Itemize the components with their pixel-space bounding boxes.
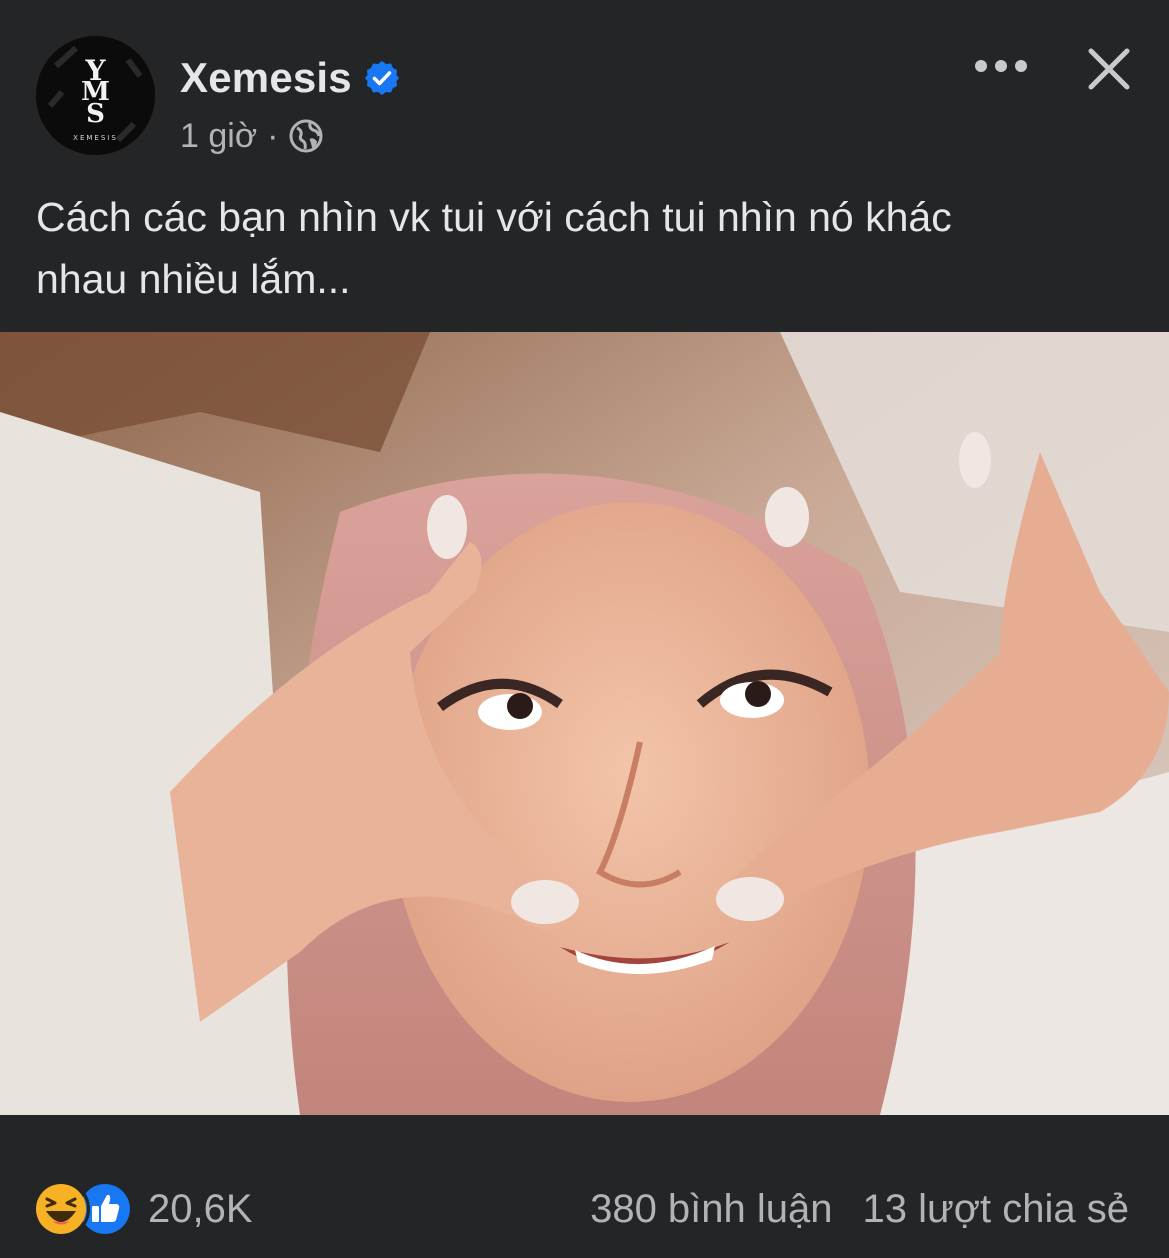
author-name[interactable]: Xemesis: [180, 54, 352, 102]
post-caption: Cách các bạn nhìn vk tui với cách tui nh…: [36, 186, 1126, 310]
close-icon: [1088, 48, 1130, 90]
more-dots-icon: [975, 60, 1027, 72]
author-avatar[interactable]: Y M S XEMESIS: [36, 36, 155, 155]
post-footer: 20,6K 380 bình luận 13 lượt chia sẻ: [0, 1115, 1169, 1258]
post-card: Y M S XEMESIS Xemesis 1 giờ · Cách các b…: [0, 0, 1169, 1258]
haha-reaction-icon: [32, 1180, 90, 1238]
meta-separator: ·: [267, 116, 279, 155]
reaction-count[interactable]: 20,6K: [148, 1187, 253, 1232]
post-meta: 1 giờ ·: [180, 114, 324, 158]
post-photo[interactable]: [0, 332, 1169, 1115]
post-header: Y M S XEMESIS Xemesis 1 giờ ·: [0, 0, 1169, 170]
close-button[interactable]: [1080, 40, 1138, 98]
svg-text:S: S: [86, 99, 105, 129]
caption-line: nhau nhiều lắm...: [36, 256, 351, 302]
globe-icon[interactable]: [288, 118, 324, 154]
post-stats: 380 bình luận 13 lượt chia sẻ: [590, 1179, 1129, 1239]
verified-badge-icon: [364, 60, 400, 96]
photo-image: [0, 332, 1169, 1115]
author-name-row: Xemesis: [180, 50, 400, 106]
reactions-summary[interactable]: 20,6K: [32, 1179, 253, 1239]
post-time[interactable]: 1 giờ: [180, 117, 257, 156]
more-options-button[interactable]: [966, 44, 1036, 88]
caption-line: Cách các bạn nhìn vk tui với cách tui nh…: [36, 194, 952, 240]
shares-count[interactable]: 13 lượt chia sẻ: [863, 1187, 1129, 1232]
comments-count[interactable]: 380 bình luận: [590, 1187, 832, 1232]
svg-text:XEMESIS: XEMESIS: [73, 134, 118, 142]
xemesis-logo: Y M S XEMESIS: [36, 36, 155, 155]
